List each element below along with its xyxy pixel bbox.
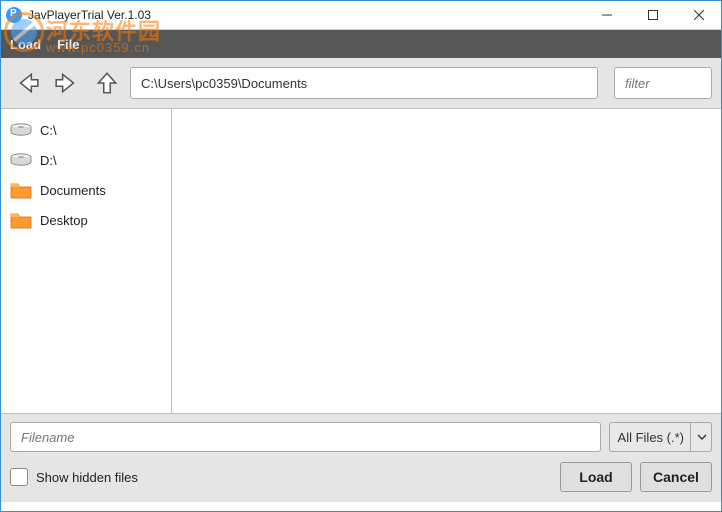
path-input[interactable] bbox=[130, 67, 598, 99]
header-bar: Load File bbox=[0, 30, 722, 58]
show-hidden-label: Show hidden files bbox=[36, 470, 138, 485]
toolbar bbox=[0, 58, 722, 109]
chevron-down-icon bbox=[690, 423, 707, 451]
file-list-area[interactable] bbox=[172, 109, 722, 413]
nav-up-button[interactable] bbox=[90, 66, 124, 100]
show-hidden-checkbox[interactable] bbox=[10, 468, 28, 486]
sidebar-item-drive-c[interactable]: C:\ bbox=[8, 115, 163, 145]
sidebar-item-documents[interactable]: Documents bbox=[8, 175, 163, 205]
sidebar-item-drive-d[interactable]: D:\ bbox=[8, 145, 163, 175]
sidebar-item-label: Desktop bbox=[40, 213, 88, 228]
folder-icon bbox=[10, 211, 32, 229]
main-area: C:\ D:\ Documents Desktop bbox=[0, 109, 722, 413]
filetype-dropdown[interactable]: All Files (.*) bbox=[609, 422, 712, 452]
sidebar-item-label: D:\ bbox=[40, 153, 57, 168]
folder-icon bbox=[10, 181, 32, 199]
sidebar-item-desktop[interactable]: Desktop bbox=[8, 205, 163, 235]
sidebar-item-label: C:\ bbox=[40, 123, 57, 138]
filetype-label: All Files (.*) bbox=[618, 430, 684, 445]
window-controls bbox=[584, 0, 722, 30]
minimize-button[interactable] bbox=[584, 0, 630, 30]
cancel-button[interactable]: Cancel bbox=[640, 462, 712, 492]
window-title: JavPlayerTrial Ver.1.03 bbox=[28, 8, 151, 22]
sidebar-item-label: Documents bbox=[40, 183, 106, 198]
header-file: File bbox=[57, 37, 79, 52]
maximize-button[interactable] bbox=[630, 0, 676, 30]
filename-input[interactable] bbox=[10, 422, 601, 452]
header-load: Load bbox=[10, 37, 41, 52]
load-button[interactable]: Load bbox=[560, 462, 632, 492]
nav-back-button[interactable] bbox=[10, 66, 44, 100]
drive-icon bbox=[10, 153, 32, 167]
app-icon bbox=[6, 7, 22, 23]
close-button[interactable] bbox=[676, 0, 722, 30]
titlebar: JavPlayerTrial Ver.1.03 bbox=[0, 0, 722, 30]
filter-input[interactable] bbox=[614, 67, 712, 99]
bottom-bar: All Files (.*) Show hidden files Load Ca… bbox=[0, 413, 722, 502]
sidebar: C:\ D:\ Documents Desktop bbox=[0, 109, 172, 413]
nav-forward-button[interactable] bbox=[50, 66, 84, 100]
drive-icon bbox=[10, 123, 32, 137]
